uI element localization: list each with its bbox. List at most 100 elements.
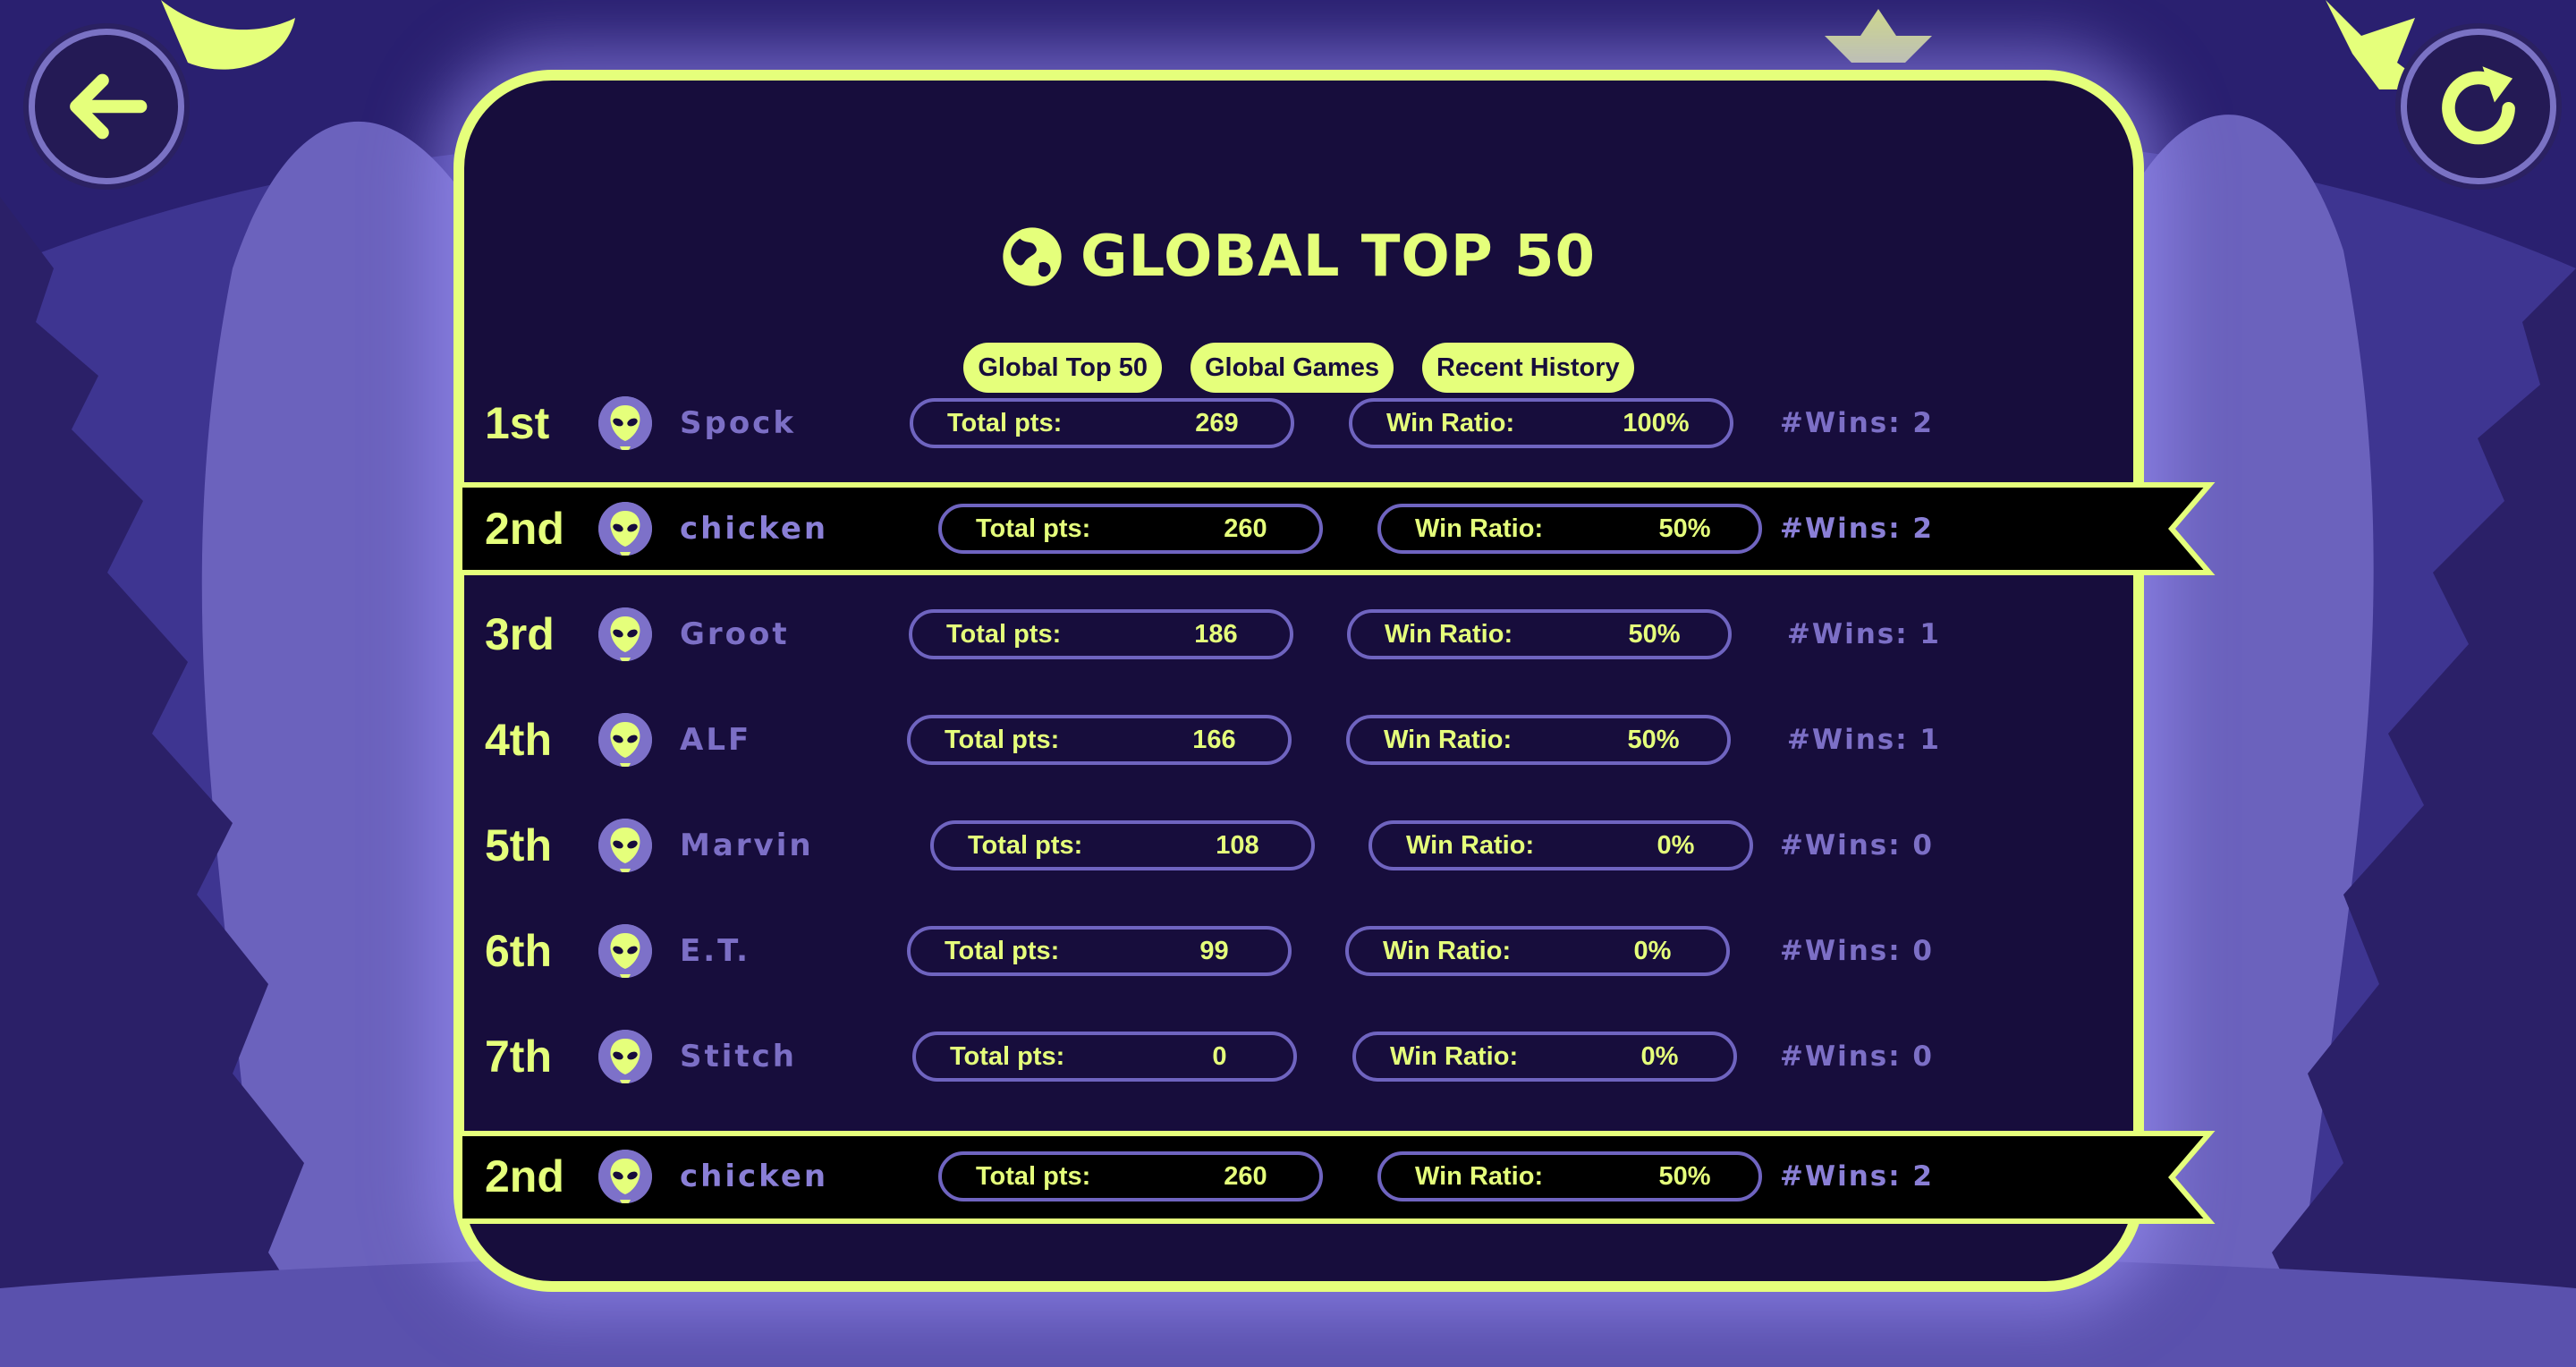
alien-avatar-icon bbox=[598, 1030, 652, 1083]
alien-avatar-icon bbox=[598, 502, 652, 556]
win-ratio-pill: Win Ratio: 50% bbox=[1347, 609, 1732, 659]
refresh-button[interactable] bbox=[2401, 29, 2556, 184]
rank-label: 6th bbox=[485, 926, 552, 976]
total-points-label: Total pts: bbox=[945, 937, 1060, 965]
win-ratio-pill: Win Ratio: 50% bbox=[1377, 1151, 1762, 1201]
win-ratio-label: Win Ratio: bbox=[1383, 937, 1512, 965]
total-points-pill: Total pts: 186 bbox=[909, 609, 1293, 659]
rank-label: 3rd bbox=[485, 609, 555, 659]
wins-count: #Wins: 1 bbox=[1786, 724, 1941, 756]
avatar bbox=[598, 607, 652, 661]
wins-count: #Wins: 0 bbox=[1779, 935, 1934, 967]
wins-count: #Wins: 2 bbox=[1779, 1160, 1934, 1193]
total-points-value: 166 bbox=[1192, 726, 1236, 754]
win-ratio-label: Win Ratio: bbox=[1390, 1042, 1519, 1071]
alien-avatar-icon bbox=[598, 607, 652, 661]
tab-recent-history[interactable]: Recent History bbox=[1421, 343, 1634, 393]
win-ratio-label: Win Ratio: bbox=[1406, 831, 1535, 860]
player-name: Groot bbox=[680, 616, 790, 652]
total-points-value: 186 bbox=[1194, 620, 1238, 649]
page-title-text: GLOBAL TOP 50 bbox=[1080, 224, 1597, 290]
total-points-value: 260 bbox=[1224, 514, 1267, 543]
total-points-pill: Total pts: 260 bbox=[938, 1151, 1323, 1201]
player-name: Stitch bbox=[680, 1039, 798, 1074]
win-ratio-pill: Win Ratio: 0% bbox=[1345, 926, 1730, 976]
wins-count: #Wins: 0 bbox=[1779, 829, 1934, 862]
total-points-value: 269 bbox=[1195, 409, 1239, 437]
current-player-row[interactable]: 2nd chicken Total pts: 260 Win Ratio: 50… bbox=[458, 1141, 2157, 1212]
win-ratio-label: Win Ratio: bbox=[1386, 409, 1515, 437]
leaderboard-row[interactable]: 5th Marvin Total pts: 108 Win Ratio: 0% … bbox=[458, 810, 2157, 881]
alien-avatar-icon bbox=[598, 1150, 652, 1203]
rank-label: 4th bbox=[485, 715, 552, 765]
win-ratio-value: 50% bbox=[1658, 1162, 1711, 1191]
total-points-label: Total pts: bbox=[946, 620, 1062, 649]
total-points-pill: Total pts: 99 bbox=[907, 926, 1292, 976]
avatar bbox=[598, 924, 652, 978]
win-ratio-pill: Win Ratio: 0% bbox=[1368, 820, 1753, 870]
tab-bar: Global Top 50 Global Games Recent Histor… bbox=[464, 343, 2133, 393]
win-ratio-pill: Win Ratio: 50% bbox=[1346, 715, 1731, 765]
alien-avatar-icon bbox=[598, 819, 652, 872]
player-name: chicken bbox=[680, 511, 829, 547]
win-ratio-value: 50% bbox=[1628, 620, 1681, 649]
win-ratio-label: Win Ratio: bbox=[1384, 726, 1513, 754]
total-points-pill: Total pts: 269 bbox=[910, 398, 1294, 448]
globe-icon bbox=[1003, 227, 1062, 286]
alien-avatar-icon bbox=[598, 396, 652, 450]
total-points-value: 108 bbox=[1216, 831, 1259, 860]
avatar bbox=[598, 713, 652, 767]
total-points-label: Total pts: bbox=[968, 831, 1083, 860]
player-name: Spock bbox=[680, 405, 796, 441]
wins-count: #Wins: 2 bbox=[1779, 513, 1934, 545]
leaderboard-row[interactable]: 1st Spock Total pts: 269 Win Ratio: 100%… bbox=[458, 387, 2157, 459]
win-ratio-label: Win Ratio: bbox=[1415, 514, 1544, 543]
total-points-value: 99 bbox=[1199, 937, 1229, 965]
wins-count: #Wins: 2 bbox=[1779, 407, 1934, 439]
alien-avatar-icon bbox=[598, 713, 652, 767]
tab-global-games[interactable]: Global Games bbox=[1190, 343, 1394, 393]
rank-label: 2nd bbox=[485, 504, 564, 554]
leaderboard-row[interactable]: 2nd chicken Total pts: 260 Win Ratio: 50… bbox=[458, 493, 2157, 565]
avatar bbox=[598, 1150, 652, 1203]
player-name: chicken bbox=[680, 1159, 829, 1194]
leaderboard-row[interactable]: 6th E.T. Total pts: 99 Win Ratio: 0% #Wi… bbox=[458, 915, 2157, 987]
player-name: Marvin bbox=[680, 828, 814, 863]
total-points-label: Total pts: bbox=[947, 409, 1063, 437]
refresh-icon bbox=[2442, 66, 2515, 145]
leaderboard-row[interactable]: 7th Stitch Total pts: 0 Win Ratio: 0% #W… bbox=[458, 1021, 2157, 1092]
rank-label: 2nd bbox=[485, 1151, 564, 1201]
win-ratio-value: 50% bbox=[1627, 726, 1680, 754]
total-points-value: 0 bbox=[1212, 1042, 1227, 1071]
avatar bbox=[598, 819, 652, 872]
rank-label: 1st bbox=[485, 398, 550, 448]
arrow-left-icon bbox=[70, 73, 148, 140]
total-points-value: 260 bbox=[1224, 1162, 1267, 1191]
total-points-label: Total pts: bbox=[976, 1162, 1091, 1191]
total-points-label: Total pts: bbox=[945, 726, 1060, 754]
win-ratio-pill: Win Ratio: 0% bbox=[1352, 1032, 1737, 1082]
win-ratio-pill: Win Ratio: 50% bbox=[1377, 504, 1762, 554]
player-name: E.T. bbox=[680, 933, 751, 969]
avatar bbox=[598, 502, 652, 556]
rank-label: 5th bbox=[485, 820, 552, 870]
wins-count: #Wins: 0 bbox=[1779, 1040, 1934, 1073]
total-points-pill: Total pts: 166 bbox=[907, 715, 1292, 765]
win-ratio-value: 100% bbox=[1623, 409, 1690, 437]
leaderboard-row[interactable]: 4th ALF Total pts: 166 Win Ratio: 50% #W… bbox=[458, 704, 2157, 776]
total-points-pill: Total pts: 260 bbox=[938, 504, 1323, 554]
leaderboard-panel: GLOBAL TOP 50 Global Top 50 Global Games… bbox=[453, 70, 2144, 1292]
player-name: ALF bbox=[680, 722, 752, 758]
back-button[interactable] bbox=[29, 29, 184, 184]
page-title: GLOBAL TOP 50 bbox=[464, 224, 2133, 290]
rank-label: 7th bbox=[485, 1032, 552, 1082]
win-ratio-value: 0% bbox=[1657, 831, 1695, 860]
wins-count: #Wins: 1 bbox=[1786, 618, 1941, 650]
tab-global-top-50[interactable]: Global Top 50 bbox=[963, 343, 1162, 393]
win-ratio-pill: Win Ratio: 100% bbox=[1349, 398, 1733, 448]
leaderboard-row[interactable]: 3rd Groot Total pts: 186 Win Ratio: 50% … bbox=[458, 599, 2157, 670]
win-ratio-value: 0% bbox=[1640, 1042, 1679, 1071]
win-ratio-value: 50% bbox=[1658, 514, 1711, 543]
alien-avatar-icon bbox=[598, 924, 652, 978]
avatar bbox=[598, 1030, 652, 1083]
